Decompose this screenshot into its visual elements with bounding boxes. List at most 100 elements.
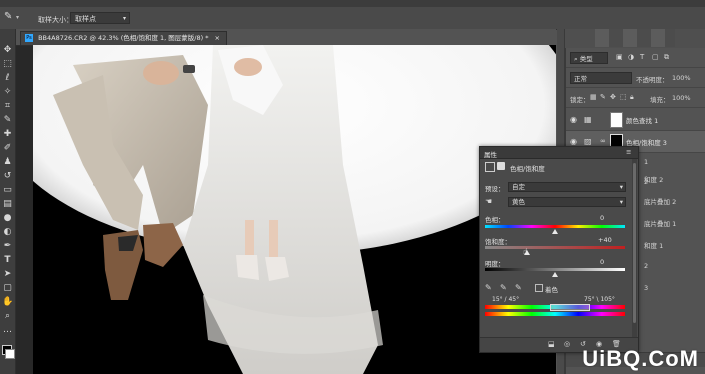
- eye-icon[interactable]: ◉: [570, 137, 577, 146]
- lightness-label: 明度：: [485, 260, 505, 268]
- tool-preset-chevron-icon[interactable]: ▾: [16, 14, 19, 21]
- chevron-down-icon: ▾: [122, 15, 126, 22]
- marquee-icon[interactable]: ⬚: [2, 59, 13, 70]
- eye-icon[interactable]: ◉: [570, 115, 577, 124]
- document-tab-title: BB4A8726.CR2 @ 42.3% (色相/饱和度 1, 图层蒙版/8) …: [38, 34, 209, 42]
- gradient-icon[interactable]: ▤: [2, 199, 13, 210]
- filter-smart-icon[interactable]: ⧉: [664, 53, 669, 62]
- blend-row: 正常 不透明度： 100%: [566, 68, 705, 88]
- mask-icon[interactable]: [497, 162, 505, 170]
- type-icon[interactable]: T: [2, 255, 13, 266]
- layer-mask-thumbnail[interactable]: [610, 112, 623, 128]
- lock-paint-icon[interactable]: ✎: [600, 93, 606, 101]
- properties-header[interactable]: 属性 ≡: [480, 147, 638, 159]
- sample-size-value: 取样点: [75, 15, 96, 23]
- hue-label: 色相：: [485, 216, 505, 224]
- menu-bar: [0, 0, 705, 7]
- hue-slider-track[interactable]: [485, 225, 625, 228]
- lasso-icon[interactable]: ℓ: [2, 73, 13, 84]
- lightness-slider-track[interactable]: [485, 268, 625, 271]
- watermark-text: UiBQ.CoM: [582, 346, 699, 371]
- opacity-value[interactable]: 100%: [672, 74, 691, 82]
- saturation-value[interactable]: +40: [598, 236, 612, 244]
- adjustment-thumb-icon: ▦: [584, 115, 592, 124]
- cursor-hand-icon: ☝: [523, 247, 528, 256]
- lock-artboard-icon[interactable]: ⬚: [620, 93, 627, 101]
- colorize-checkbox[interactable]: [535, 284, 543, 292]
- hue-slider-thumb[interactable]: [552, 229, 558, 234]
- filter-pixel-icon[interactable]: ▣: [616, 53, 623, 61]
- options-bar: ✎ ▾ 取样大小： 取样点 ▾: [0, 7, 705, 30]
- layer-partial-name: 底片叠加 1: [644, 220, 677, 228]
- brush-icon[interactable]: ✐: [2, 143, 13, 154]
- path-select-icon[interactable]: ➤: [2, 269, 13, 280]
- hue-value[interactable]: 0: [600, 214, 604, 222]
- saturation-slider-track[interactable]: [485, 246, 625, 249]
- document-tabbar: Ps BB4A8726.CR2 @ 42.3% (色相/饱和度 1, 图层蒙版/…: [16, 29, 556, 46]
- panel-menu-icon[interactable]: ≡: [626, 148, 631, 156]
- crop-icon[interactable]: ⌗: [2, 101, 13, 112]
- close-icon[interactable]: ×: [215, 34, 220, 42]
- tools-panel: ✥ ⬚ ℓ ✧ ⌗ ✎ ✚ ✐ ♟ ↺ ▭ ▤ ● ◐ ✒ T ➤ ▢ ✋ ⌕ …: [0, 29, 16, 374]
- fill-value[interactable]: 100%: [672, 94, 691, 102]
- background-color-swatch[interactable]: [5, 349, 15, 359]
- eyedropper-icon[interactable]: ✎: [2, 115, 13, 126]
- eyedropper-add-icon[interactable]: ✎: [500, 283, 507, 292]
- lightness-slider-thumb[interactable]: [552, 272, 558, 277]
- healing-icon[interactable]: ✚: [2, 129, 13, 140]
- saturation-label: 饱和度：: [485, 238, 511, 246]
- hand-icon[interactable]: ✋: [2, 297, 13, 308]
- channel-value: 黄色: [512, 198, 525, 206]
- hand-target-icon[interactable]: ☚: [485, 197, 492, 206]
- link-icon: ∞: [600, 137, 606, 145]
- panel-header-strip: [565, 29, 705, 48]
- layer-filter-row: ⌕ 类型 ▣ ◑ T ▢ ⧉: [566, 48, 705, 68]
- chevron-down-icon: ▾: [619, 198, 623, 206]
- history-brush-icon[interactable]: ↺: [2, 171, 13, 182]
- layer-partial-name: 和度 1: [644, 242, 664, 250]
- color-range-selector[interactable]: [550, 304, 590, 311]
- properties-scrollbar[interactable]: [632, 159, 637, 349]
- pen-icon[interactable]: ✒: [2, 241, 13, 252]
- lock-move-icon[interactable]: ✥: [610, 93, 616, 101]
- channel-select[interactable]: 黄色 ▾: [508, 197, 626, 207]
- more-tools-icon[interactable]: …: [2, 325, 13, 336]
- quick-select-icon[interactable]: ✧: [2, 87, 13, 98]
- shape-icon[interactable]: ▢: [2, 283, 13, 294]
- lock-all-icon[interactable]: 🔒︎: [630, 93, 634, 102]
- view-previous-icon[interactable]: ◎: [564, 340, 570, 348]
- zoom-icon[interactable]: ⌕: [2, 311, 13, 322]
- opacity-label: 不透明度：: [636, 76, 669, 84]
- layer-filter-select[interactable]: ⌕ 类型: [570, 52, 608, 64]
- scrollbar-thumb[interactable]: [633, 163, 636, 323]
- eraser-icon[interactable]: ▭: [2, 185, 13, 196]
- sample-size-select[interactable]: 取样点 ▾: [70, 12, 130, 24]
- adjustment-thumb-icon: ▨: [584, 137, 592, 146]
- layer-row[interactable]: ◉ ▦ 颜色查找 1: [566, 109, 705, 131]
- eyedropper-icon[interactable]: ✎: [485, 283, 492, 292]
- clip-to-layer-icon[interactable]: ⬓: [548, 340, 555, 348]
- filter-shape-icon[interactable]: ▢: [652, 53, 659, 61]
- layer-partial-name: 1: [644, 158, 649, 166]
- range-right-value: 75° \ 105°: [584, 296, 615, 303]
- properties-title: 属性: [484, 151, 497, 159]
- dodge-icon[interactable]: ◐: [2, 227, 13, 238]
- eyedropper-subtract-icon[interactable]: ✎: [515, 283, 522, 292]
- filter-adjust-icon[interactable]: ◑: [628, 53, 634, 61]
- eyedropper-icon[interactable]: ✎: [4, 11, 12, 22]
- stamp-icon[interactable]: ♟: [2, 157, 13, 168]
- psd-file-icon: Ps: [25, 34, 33, 42]
- properties-panel: 属性 ≡ 色相/饱和度 预设： 自定 ▾ ☚ 黄色 ▾ 色相： 0 饱和度： +…: [479, 146, 639, 353]
- document-tab[interactable]: Ps BB4A8726.CR2 @ 42.3% (色相/饱和度 1, 图层蒙版/…: [20, 31, 227, 45]
- blend-mode-select[interactable]: 正常: [570, 72, 632, 84]
- preset-select[interactable]: 自定 ▾: [508, 182, 626, 192]
- move-icon[interactable]: ✥: [2, 45, 13, 56]
- blur-icon[interactable]: ●: [2, 213, 13, 224]
- layer-partial-name: 3: [644, 284, 649, 292]
- wedding-photo-image: [33, 45, 556, 374]
- filter-type-icon[interactable]: T: [640, 53, 644, 61]
- lock-transparency-icon[interactable]: ▦: [590, 93, 597, 101]
- chevron-down-icon: ▾: [619, 183, 623, 191]
- lightness-value[interactable]: 0: [600, 258, 604, 266]
- image-canvas[interactable]: [33, 45, 556, 374]
